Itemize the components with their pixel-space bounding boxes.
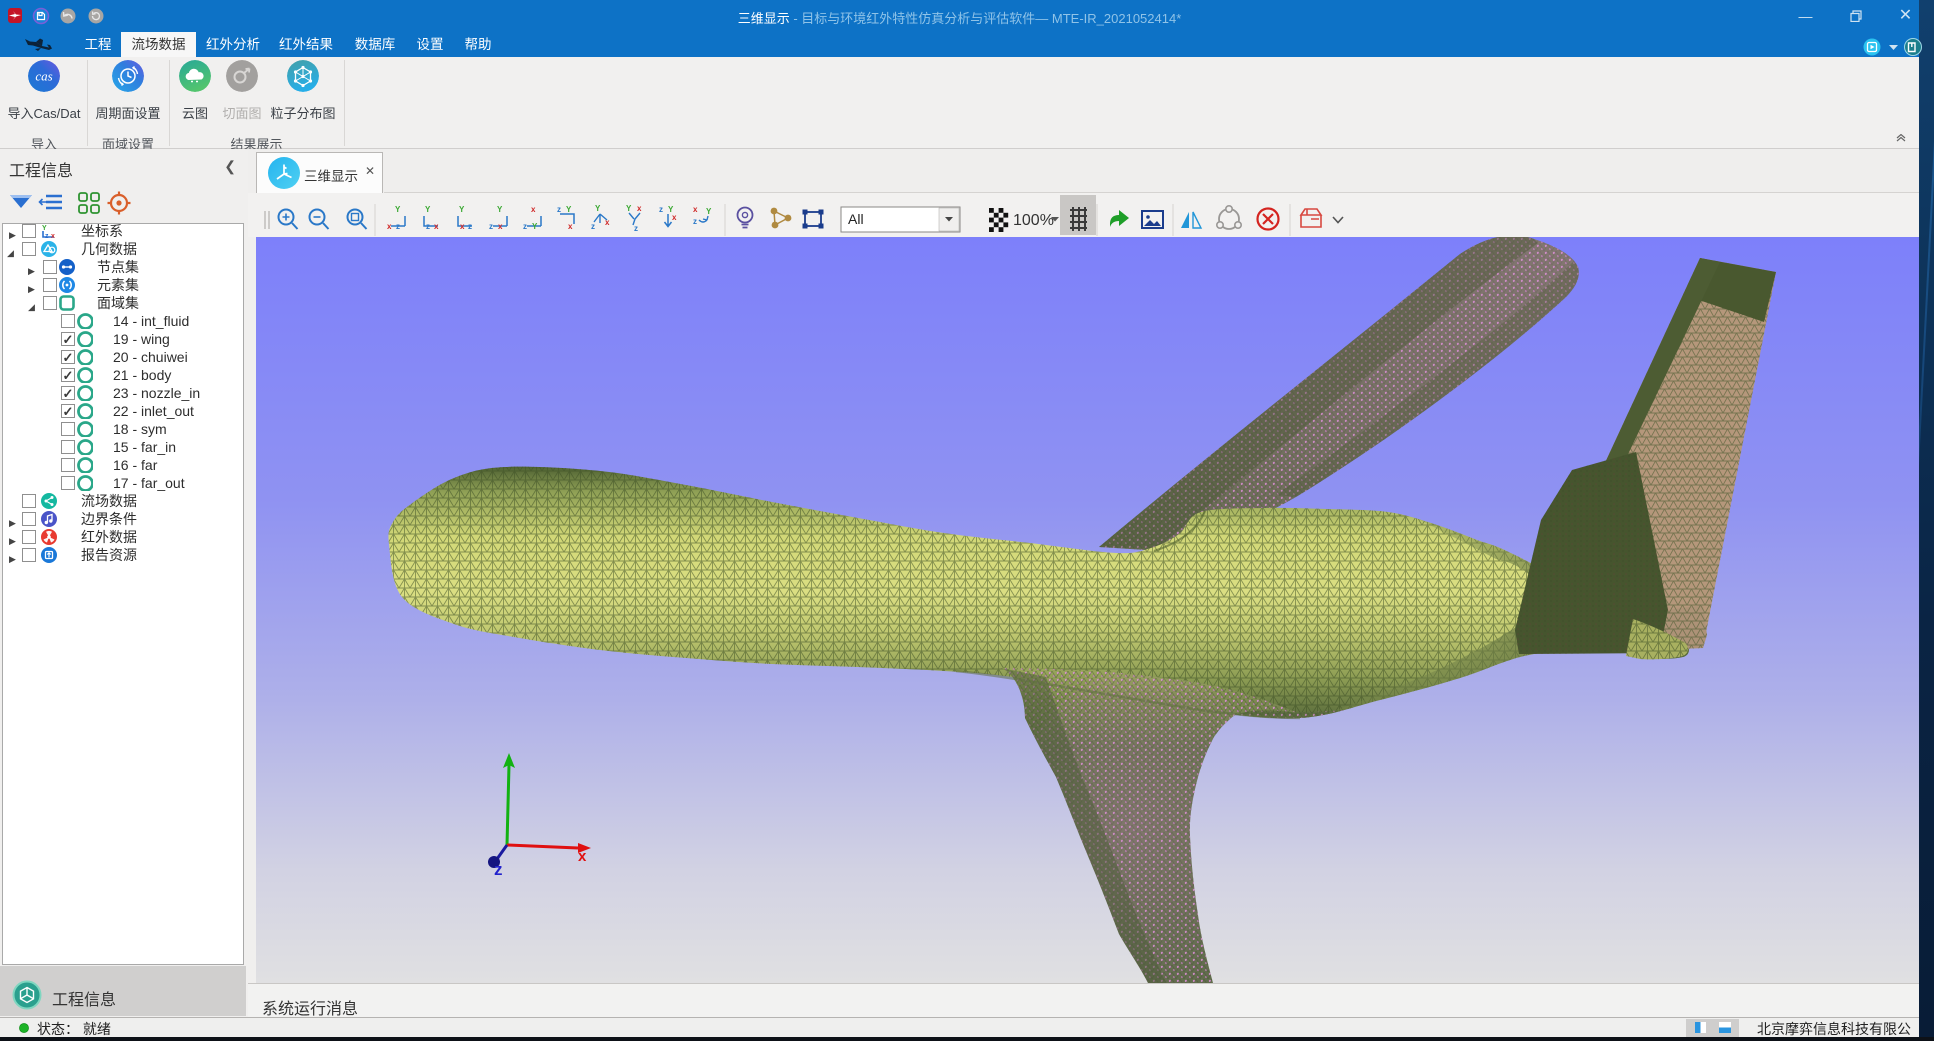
svg-text:Y: Y xyxy=(566,205,572,214)
svg-text:cas: cas xyxy=(35,69,52,84)
svg-text:All: All xyxy=(848,211,864,227)
svg-text:x: x xyxy=(498,222,503,231)
svg-text:Y: Y xyxy=(532,222,538,231)
svg-text:Y: Y xyxy=(395,205,401,214)
svg-text:x: x xyxy=(637,204,642,213)
svg-text:Y: Y xyxy=(706,207,712,216)
svg-text:z: z xyxy=(659,205,663,214)
svg-text:z: z xyxy=(591,222,595,231)
svg-text:z: z xyxy=(634,224,638,233)
svg-text:x: x xyxy=(672,213,677,222)
svg-text:z: z xyxy=(396,222,400,231)
svg-text:x: x xyxy=(531,205,536,214)
svg-text:Y: Y xyxy=(497,205,503,214)
svg-text:100%: 100% xyxy=(1013,212,1054,229)
svg-text:z: z xyxy=(557,205,561,214)
svg-text:x: x xyxy=(460,222,465,231)
svg-text:z: z xyxy=(489,222,493,231)
svg-text:x: x xyxy=(578,848,587,865)
svg-text:z: z xyxy=(45,233,49,239)
svg-text:x: x xyxy=(51,233,55,239)
svg-text:z: z xyxy=(523,222,527,231)
svg-text:x: x xyxy=(434,222,439,231)
svg-text:x: x xyxy=(605,218,610,227)
svg-text:z: z xyxy=(426,222,430,231)
svg-text:x: x xyxy=(693,205,698,214)
svg-text:Y: Y xyxy=(459,205,465,214)
svg-text:Y: Y xyxy=(626,204,632,213)
svg-text:z: z xyxy=(693,217,697,226)
svg-text:Y: Y xyxy=(42,225,47,232)
svg-text:Y: Y xyxy=(595,204,601,213)
svg-text:Y: Y xyxy=(425,205,431,214)
svg-text:x: x xyxy=(387,222,392,231)
svg-text:z: z xyxy=(468,222,472,231)
svg-text:z: z xyxy=(494,860,503,879)
svg-text:x: x xyxy=(568,222,573,231)
